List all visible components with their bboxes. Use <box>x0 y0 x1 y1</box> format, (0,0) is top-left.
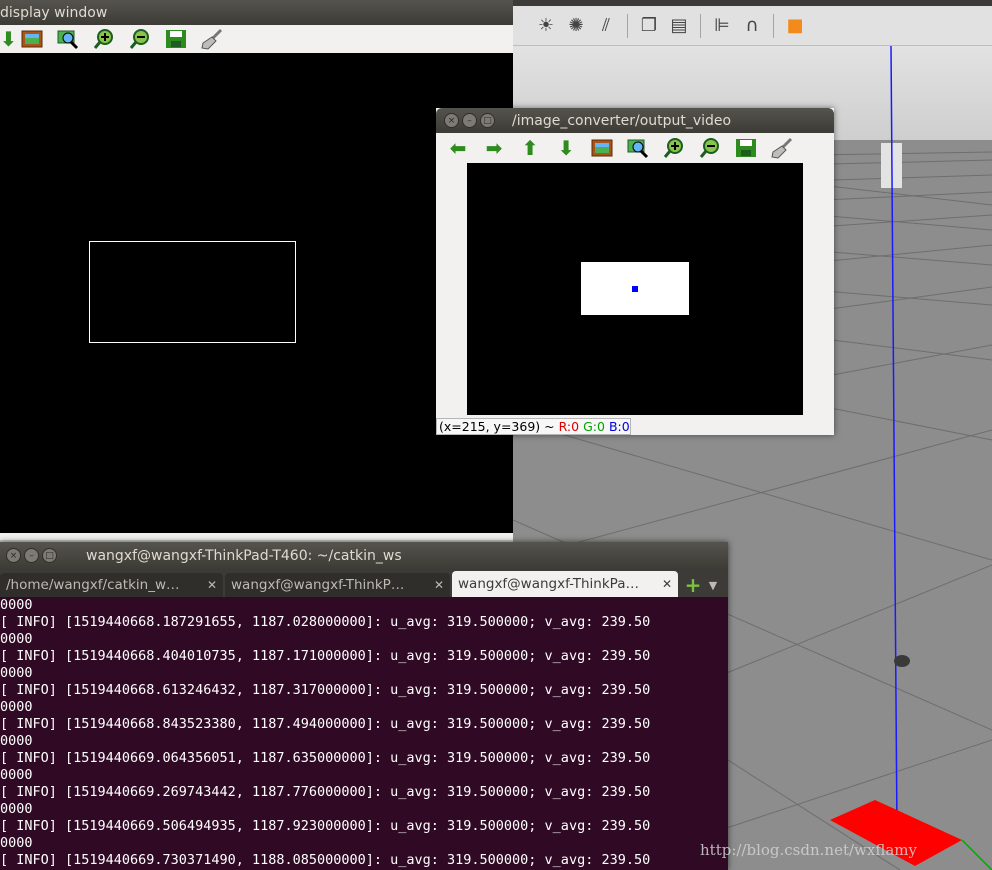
terminal-line: [ INFO] [1519440669.269743442, 1187.7760… <box>0 784 651 800</box>
output-image-canvas[interactable] <box>467 163 803 415</box>
broom-icon[interactable] <box>194 25 230 53</box>
toolbar-separator <box>700 13 701 38</box>
object-shadow <box>894 655 910 667</box>
magnet-icon[interactable]: ∩ <box>739 13 765 39</box>
image-icon[interactable] <box>14 25 50 53</box>
blue-value: B:0 <box>608 419 630 434</box>
box-color-icon[interactable]: ■ <box>782 13 808 39</box>
close-icon[interactable]: × <box>444 113 459 128</box>
zoom-in-icon[interactable] <box>656 134 692 162</box>
terminal-line: [ INFO] [1519440669.730371490, 1188.0850… <box>0 852 651 868</box>
gazebo-toolbar: ☀ ✺ ⫽ ❐ ▤ ⊫ ∩ ■ <box>513 6 992 46</box>
terminal-line: 0000 <box>0 835 33 851</box>
terminal-tab-1[interactable]: /home/wangxf/catkin_w… ✕ <box>0 573 223 597</box>
output-window-toolbar: ⬅ ➡ ⬆ ⬇ <box>436 133 834 163</box>
sun-icon[interactable]: ☀ <box>533 13 559 39</box>
terminal-line: 0000 <box>0 665 33 681</box>
output-video-window: × – □ /image_converter/output_video ⬅ ➡ … <box>436 108 834 435</box>
zoom-fit-icon[interactable] <box>620 134 656 162</box>
arrow-down-icon[interactable]: ⬇ <box>548 134 584 162</box>
zoom-out-icon[interactable] <box>692 134 728 162</box>
white-target-region <box>581 262 689 315</box>
broom-icon[interactable] <box>764 134 800 162</box>
output-window-title: /image_converter/output_video <box>512 112 732 129</box>
terminal-tab-bar: /home/wangxf/catkin_w… ✕ wangxf@wangxf-T… <box>0 569 728 597</box>
terminal-output[interactable]: 0000[ INFO] [1519440668.187291655, 1187.… <box>0 597 728 870</box>
terminal-title: wangxf@wangxf-ThinkPad-T460: ~/catkin_ws <box>86 547 402 564</box>
green-value: G:0 <box>583 419 605 434</box>
chevron-down-icon[interactable]: ▼ <box>704 579 722 592</box>
terminal-line: 0000 <box>0 767 33 783</box>
terminal-tab-label: wangxf@wangxf-ThinkPa… <box>458 576 639 592</box>
close-tab-icon[interactable]: ✕ <box>662 577 672 591</box>
maximize-icon[interactable]: □ <box>480 113 495 128</box>
directional-light-icon[interactable]: ⫽ <box>593 13 619 39</box>
arrow-right-icon[interactable]: ➡ <box>476 134 512 162</box>
arrow-down-icon[interactable]: ⬇ <box>0 25 17 53</box>
display-window-title: display window <box>0 4 108 21</box>
copy-icon[interactable]: ❐ <box>636 13 662 39</box>
output-window-titlebar[interactable]: × – □ /image_converter/output_video <box>436 108 834 133</box>
terminal-line: [ INFO] [1519440668.187291655, 1187.0280… <box>0 614 651 630</box>
terminal-line: [ INFO] [1519440669.506494935, 1187.9230… <box>0 818 651 834</box>
minimize-icon[interactable]: – <box>24 548 39 563</box>
close-tab-icon[interactable]: ✕ <box>434 578 444 592</box>
toolbar-separator <box>773 13 774 38</box>
zoom-fit-icon[interactable] <box>50 25 86 53</box>
close-icon[interactable]: × <box>6 548 21 563</box>
terminal-line: [ INFO] [1519440668.613246432, 1187.3170… <box>0 682 651 698</box>
terminal-line: [ INFO] [1519440668.404010735, 1187.1710… <box>0 648 651 664</box>
terminal-titlebar[interactable]: × – □ wangxf@wangxf-ThinkPad-T460: ~/cat… <box>0 542 728 569</box>
terminal-line: 0000 <box>0 733 33 749</box>
centroid-marker <box>632 286 638 292</box>
terminal-line: 0000 <box>0 699 33 715</box>
point-light-icon[interactable]: ✺ <box>563 13 589 39</box>
terminal-line: 0000 <box>0 597 33 613</box>
arrow-up-icon[interactable]: ⬆ <box>512 134 548 162</box>
add-tab-icon[interactable]: + <box>682 573 704 597</box>
zoom-in-icon[interactable] <box>86 25 122 53</box>
cursor-coordinates: (x=215, y=369) ~ <box>439 419 555 434</box>
minimize-icon[interactable]: – <box>462 113 477 128</box>
zoom-out-icon[interactable] <box>122 25 158 53</box>
maximize-icon[interactable]: □ <box>42 548 57 563</box>
watermark: http://blog.csdn.net/wxflamy <box>700 841 917 859</box>
save-icon[interactable] <box>158 25 194 53</box>
red-value: R:0 <box>558 419 580 434</box>
terminal-line: 0000 <box>0 801 33 817</box>
terminal-window: × – □ wangxf@wangxf-ThinkPad-T460: ~/cat… <box>0 542 728 870</box>
toolbar-separator <box>627 13 628 38</box>
terminal-tab-2[interactable]: wangxf@wangxf-ThinkP… ✕ <box>225 573 450 597</box>
detected-rectangle-outline <box>89 241 296 343</box>
save-icon[interactable] <box>728 134 764 162</box>
terminal-line: [ INFO] [1519440669.064356051, 1187.6350… <box>0 750 651 766</box>
close-tab-icon[interactable]: ✕ <box>207 578 217 592</box>
display-window-titlebar[interactable]: display window <box>0 0 513 25</box>
arrow-left-icon[interactable]: ⬅ <box>440 134 476 162</box>
display-window-statusbar <box>0 533 513 540</box>
display-window-toolbar: ⬇ <box>0 25 513 53</box>
pixel-info-status: (x=215, y=369) ~ R:0 G:0 B:0 <box>436 418 631 435</box>
terminal-line: [ INFO] [1519440668.843523380, 1187.4940… <box>0 716 651 732</box>
terminal-line: 0000 <box>0 631 33 647</box>
terminal-tab-label: /home/wangxf/catkin_w… <box>6 577 180 593</box>
align-icon[interactable]: ⊫ <box>709 13 735 39</box>
paste-icon[interactable]: ▤ <box>666 13 692 39</box>
terminal-tab-label: wangxf@wangxf-ThinkP… <box>231 577 405 593</box>
terminal-tab-3[interactable]: wangxf@wangxf-ThinkPa… ✕ <box>452 571 678 597</box>
image-icon[interactable] <box>584 134 620 162</box>
